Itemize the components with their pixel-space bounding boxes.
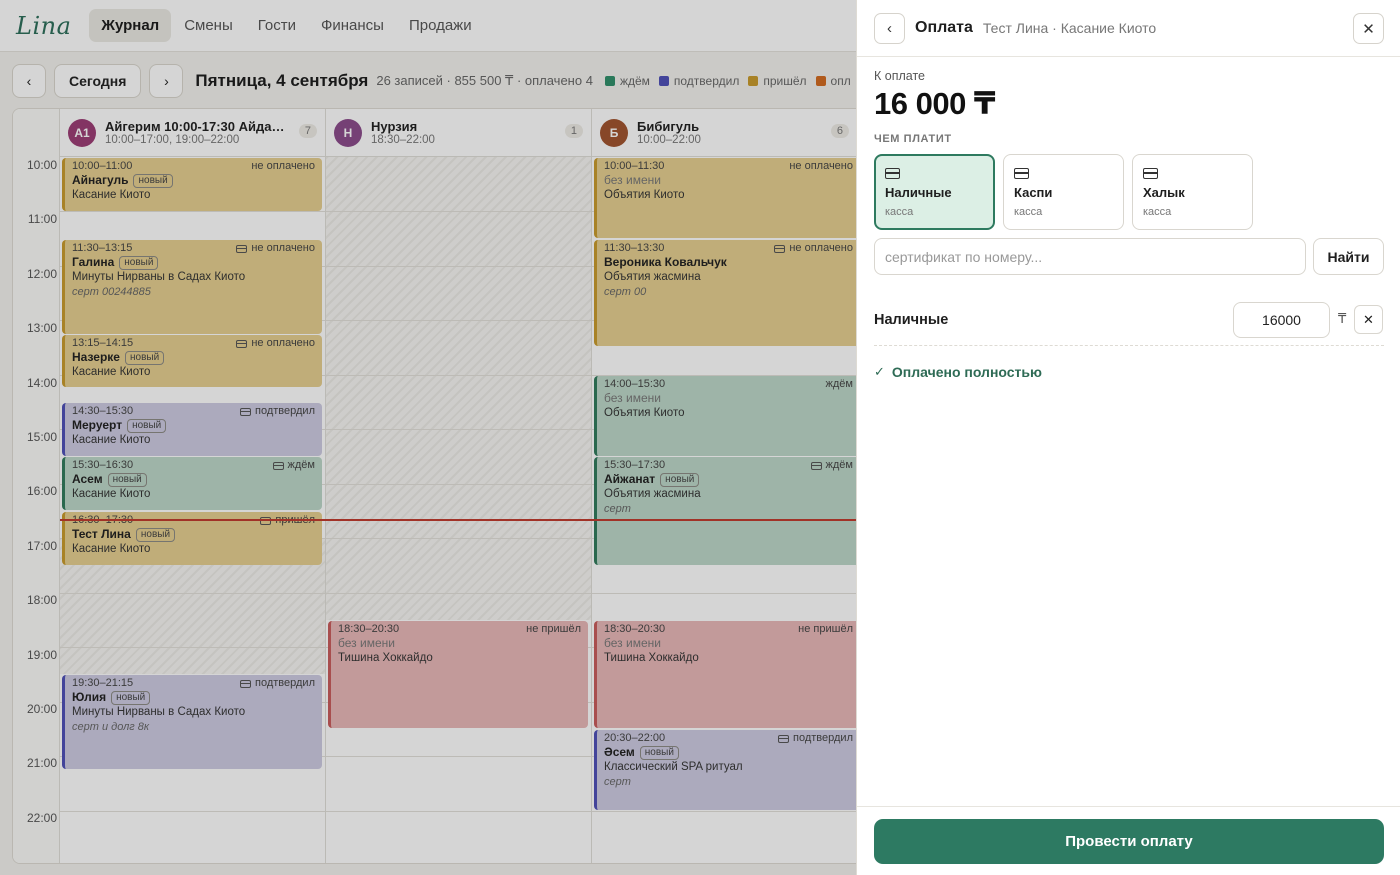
- paid-status: ✓ Оплачено полностью: [874, 364, 1042, 380]
- close-icon: ✕: [1362, 20, 1375, 38]
- modal-backdrop[interactable]: [0, 0, 856, 875]
- close-button[interactable]: ✕: [1353, 13, 1384, 44]
- payment-line-method: Наличные: [874, 312, 949, 328]
- remove-payment-line-button[interactable]: ✕: [1354, 305, 1383, 334]
- payment-line: Наличные ₸ ✕: [874, 302, 1384, 346]
- card-icon: [1143, 168, 1158, 179]
- method-cash[interactable]: Наличные касса: [874, 154, 995, 230]
- panel-subtitle: Тест Лина · Касание Киото: [982, 20, 1157, 36]
- card-icon: [885, 168, 900, 179]
- back-button[interactable]: ‹: [874, 12, 905, 44]
- payment-panel: ‹ Оплата Тест Лина · Касание Киото ✕ К о…: [856, 0, 1400, 875]
- payment-methods: Наличные касса Каспи касса Халык касса: [874, 154, 1261, 230]
- amount-due-label: К оплате: [874, 69, 925, 83]
- method-halyk[interactable]: Халык касса: [1132, 154, 1253, 230]
- close-icon: ✕: [1363, 311, 1374, 327]
- check-icon: ✓: [874, 364, 885, 379]
- card-icon: [1014, 168, 1029, 179]
- certificate-input[interactable]: [874, 238, 1306, 275]
- currency-symbol: ₸: [1338, 311, 1347, 326]
- panel-title: Оплата: [915, 19, 973, 36]
- chevron-left-icon: ‹: [887, 19, 892, 37]
- amount-due: 16 000 ₸: [874, 86, 996, 121]
- find-certificate-button[interactable]: Найти: [1313, 238, 1384, 275]
- payment-method-label: ЧЕМ ПЛАТИТ: [874, 133, 952, 145]
- submit-payment-button[interactable]: Провести оплату: [874, 819, 1384, 864]
- panel-header: ‹ Оплата Тест Лина · Касание Киото ✕: [857, 0, 1400, 57]
- method-kaspi[interactable]: Каспи касса: [1003, 154, 1124, 230]
- cash-amount-input[interactable]: [1233, 302, 1330, 338]
- panel-footer: Провести оплату: [857, 806, 1400, 875]
